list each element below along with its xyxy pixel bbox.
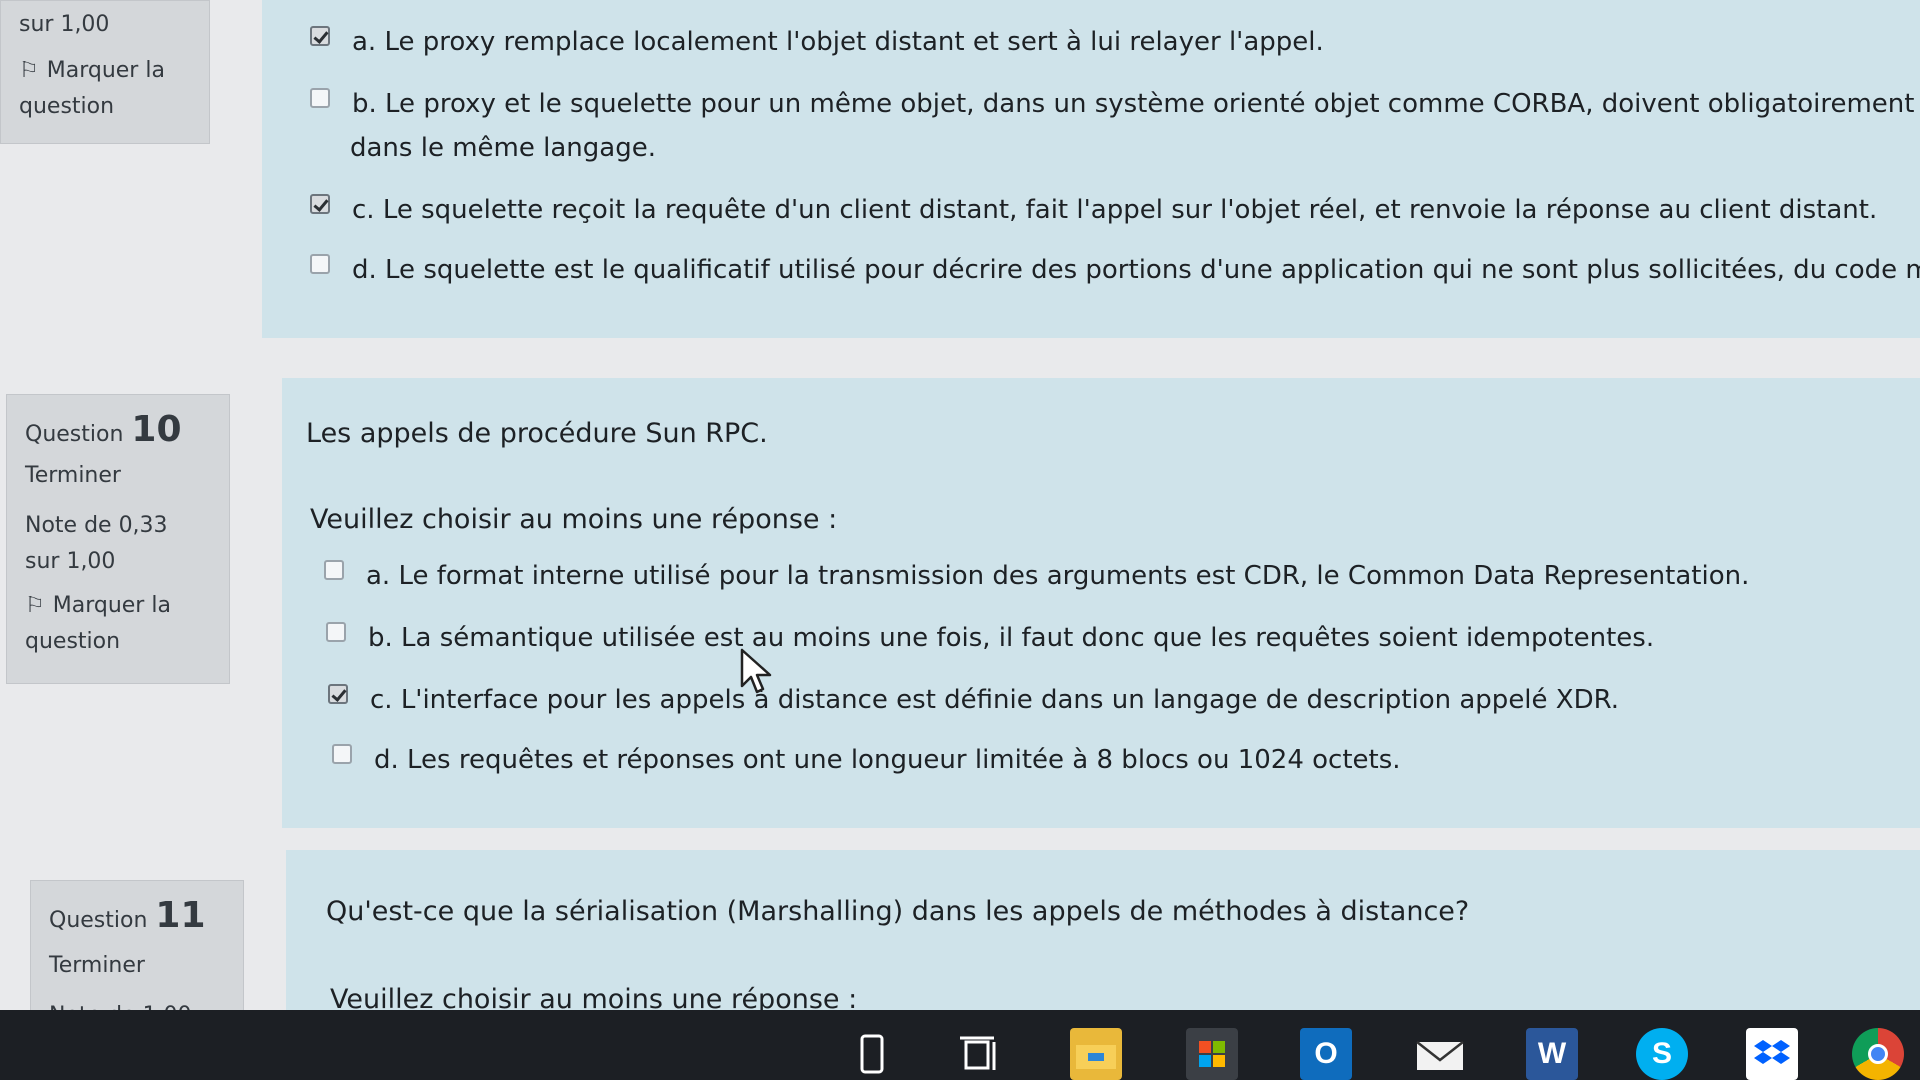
checkbox[interactable] [310, 88, 330, 108]
checkbox[interactable] [324, 560, 344, 580]
file-explorer-icon[interactable] [1070, 1028, 1122, 1080]
flag-question-link[interactable]: ⚐ Marquer la [19, 53, 191, 89]
question-status: Terminer [25, 463, 121, 488]
flag-question-link-2[interactable]: question [25, 624, 211, 660]
checkbox[interactable] [310, 194, 330, 214]
flag-icon: ⚐ [25, 593, 45, 618]
answer-option-10d[interactable]: d. Les requêtes et réponses ont une long… [332, 738, 1401, 782]
grade-tail: sur 1,00 [19, 12, 110, 37]
checkbox[interactable] [328, 684, 348, 704]
answer-option-9a[interactable]: a. Le proxy remplace localement l'objet … [310, 20, 1324, 64]
mouse-cursor-icon [740, 648, 772, 694]
flag-icon: ⚐ [19, 58, 39, 83]
answer-option-10c[interactable]: c. L'interface pour les appels à distanc… [328, 678, 1619, 722]
answer-option-9b-continued: dans le même langage. [350, 133, 656, 163]
answer-prompt-10: Veuillez choisir au moins une réponse : [310, 504, 838, 535]
chrome-icon[interactable] [1852, 1028, 1904, 1080]
word-icon[interactable]: W [1526, 1028, 1578, 1080]
answer-option-9c[interactable]: c. Le squelette reçoit la requête d'un c… [310, 188, 1877, 232]
grade-tail: sur 1,00 [25, 549, 116, 574]
answer-option-9d[interactable]: d. Le squelette est le qualificatif util… [310, 248, 1920, 292]
flag-question-link-2[interactable]: question [19, 89, 191, 125]
checkbox[interactable] [326, 622, 346, 642]
question-info-10: Question 10 Terminer Note de 0,33 sur 1,0… [6, 394, 230, 684]
task-view-icon[interactable] [952, 1028, 1004, 1080]
answer-option-10a[interactable]: a. Le format interne utilisé pour la tra… [324, 554, 1749, 598]
checkbox[interactable] [310, 254, 330, 274]
question-text-11: Qu'est-ce que la sérialisation (Marshall… [326, 896, 1470, 927]
checkbox[interactable] [332, 744, 352, 764]
windows-taskbar: O W S [0, 1010, 1920, 1080]
skype-icon[interactable]: S [1636, 1028, 1688, 1080]
outlook-icon[interactable]: O [1300, 1028, 1352, 1080]
question-text-10: Les appels de procédure Sun RPC. [306, 418, 768, 449]
flag-question-link[interactable]: ⚐ Marquer la [25, 588, 211, 624]
question-info-9: sur 1,00 ⚐ Marquer la question [0, 0, 210, 144]
question-number: Question 10 [25, 409, 182, 450]
answer-option-10b[interactable]: b. La sémantique utilisée est au moins u… [326, 616, 1654, 660]
checkbox[interactable] [310, 26, 330, 46]
phone-icon[interactable] [846, 1028, 898, 1080]
store-icon[interactable] [1186, 1028, 1238, 1080]
mail-icon[interactable] [1414, 1028, 1466, 1080]
question-status: Terminer [49, 953, 145, 978]
question-grade: Note de 0,33 [25, 513, 168, 538]
answer-option-9b[interactable]: b. Le proxy et le squelette pour un même… [310, 82, 1920, 170]
question-number: Question 11 [49, 895, 206, 936]
dropbox-icon[interactable] [1746, 1028, 1798, 1080]
